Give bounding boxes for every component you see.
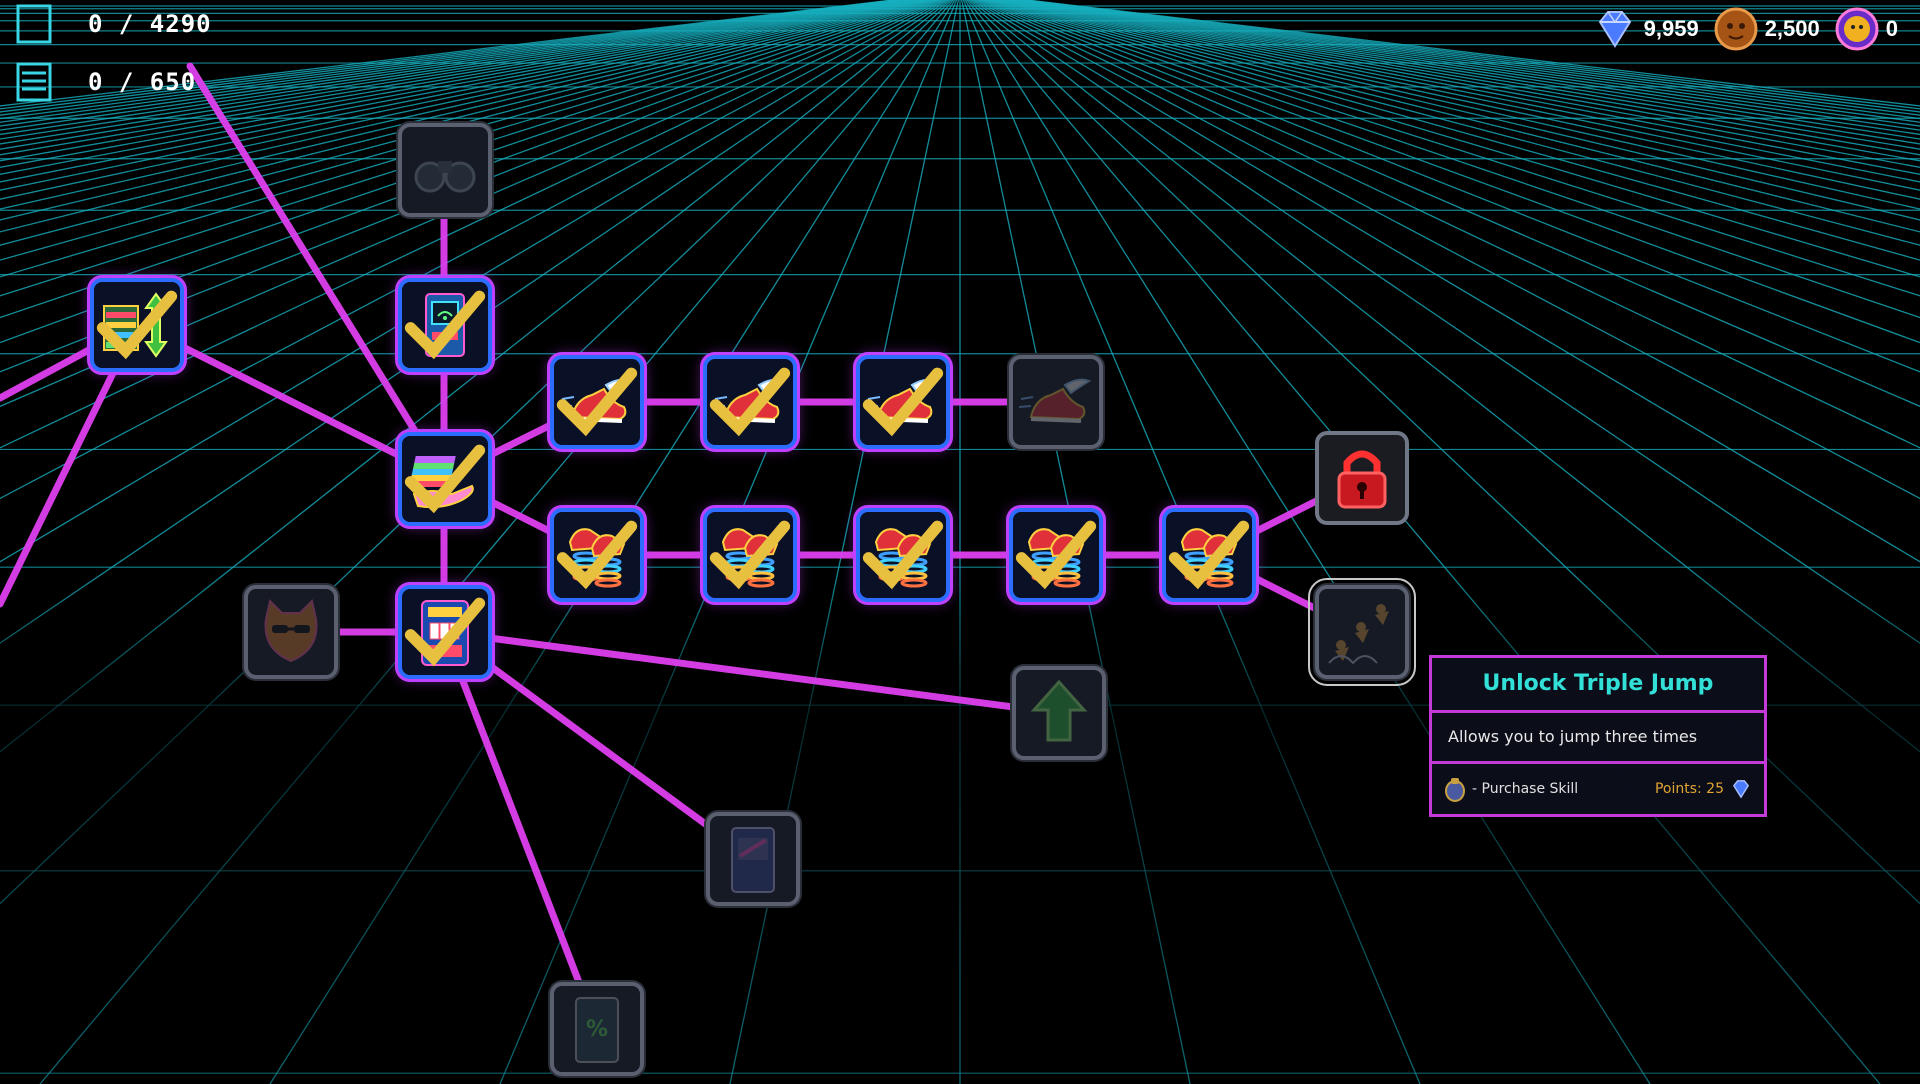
skill-node-jump-5[interactable] [1162,508,1256,602]
tooltip-title: Unlock Triple Jump [1432,658,1764,713]
secondary-counter: 0 / 650 [14,60,196,104]
skill-node-jump-2[interactable] [703,508,797,602]
stack-icon [16,62,52,102]
skill-points-cost: Points: 25 [1654,781,1724,797]
currency-gems: 9,959 [1592,6,1699,52]
currency-rainbow-coins: 0 [1834,6,1898,52]
tooltip-description: Allows you to jump three times [1432,713,1764,764]
skill-node-cool-cat[interactable] [244,585,338,679]
checkmark-icon [556,367,638,437]
skill-links [0,62,1366,1033]
winged-shoe-icon [1018,378,1092,423]
skill-node-locked-padlock[interactable] [1315,431,1409,525]
skill-node-speed-shoe-2[interactable] [703,355,797,449]
tiger-coins-amount: 2,500 [1764,16,1820,41]
skill-tooltip: Unlock Triple Jump Allows you to jump th… [1429,655,1767,817]
svg-text:%: % [586,1017,608,1042]
skill-node-jump-3[interactable] [856,508,950,602]
skill-node-discount-cabinet[interactable]: % [550,982,644,1076]
secondary-counter-text: 0 / 650 [88,68,197,96]
checkmark-icon [404,290,486,360]
skill-node-speed-shoe-1[interactable] [550,355,644,449]
checkmark-icon [709,520,791,590]
gems-amount: 9,959 [1643,16,1699,41]
skill-node-cash-updown[interactable] [90,278,184,372]
checkmark-icon [862,367,944,437]
skill-node-arcade-cabinet[interactable] [706,812,800,906]
points-gem-icon [1732,780,1750,799]
purchase-coin-icon [1445,778,1465,802]
skill-node-arcade-wifi[interactable] [398,278,492,372]
skill-node-cash-hand[interactable] [398,432,492,526]
checkmark-icon [404,444,486,514]
diamond-gem-icon [1598,11,1631,48]
checkmark-icon [1015,520,1097,590]
binoculars-icon [414,161,476,193]
frame-icon [16,4,52,44]
rainbow-cat-coin-icon [1835,7,1879,51]
skill-node-speed-shoe-4[interactable] [1009,355,1103,449]
progress-counter: 0 / 4290 [14,2,212,46]
skill-node-binoculars[interactable] [398,123,492,217]
arcade-cabinet-icon [731,827,775,893]
skill-node-slot-machine[interactable] [398,585,492,679]
skill-node-jump-1[interactable] [550,508,644,602]
purchase-skill-hint[interactable]: - Purchase Skill [1472,781,1578,797]
upgrade-arrow-icon [1030,679,1088,742]
sunglasses-cat-icon [264,599,318,663]
padlock-icon [1337,450,1387,509]
rainbow-coins-amount: 0 [1885,16,1898,41]
currency-tiger-coins: 2,500 [1713,6,1820,52]
checkmark-icon [96,290,178,360]
progress-counter-text: 0 / 4290 [88,10,212,38]
checkmark-icon [1168,520,1250,590]
tooltip-footer: - Purchase Skill Points: 25 [1432,764,1764,814]
skill-node-upgrade-arrow[interactable] [1012,666,1106,760]
discount-cabinet-icon: % [575,997,619,1063]
tiger-coin-icon [1714,7,1758,51]
checkmark-icon [556,520,638,590]
currency-bar: 9,959 2,500 0 [1578,6,1898,52]
checkmark-icon [709,367,791,437]
checkmark-icon [862,520,944,590]
skill-node-jump-4[interactable] [1009,508,1103,602]
checkmark-icon [404,597,486,667]
triple-jump-icon [1328,604,1389,665]
skill-node-triple-jump[interactable] [1308,578,1416,686]
skill-tree-screen: 0 / 4290 0 / 650 9,959 2,500 0 % Unlock … [0,0,1920,1084]
skill-node-speed-shoe-3[interactable] [856,355,950,449]
